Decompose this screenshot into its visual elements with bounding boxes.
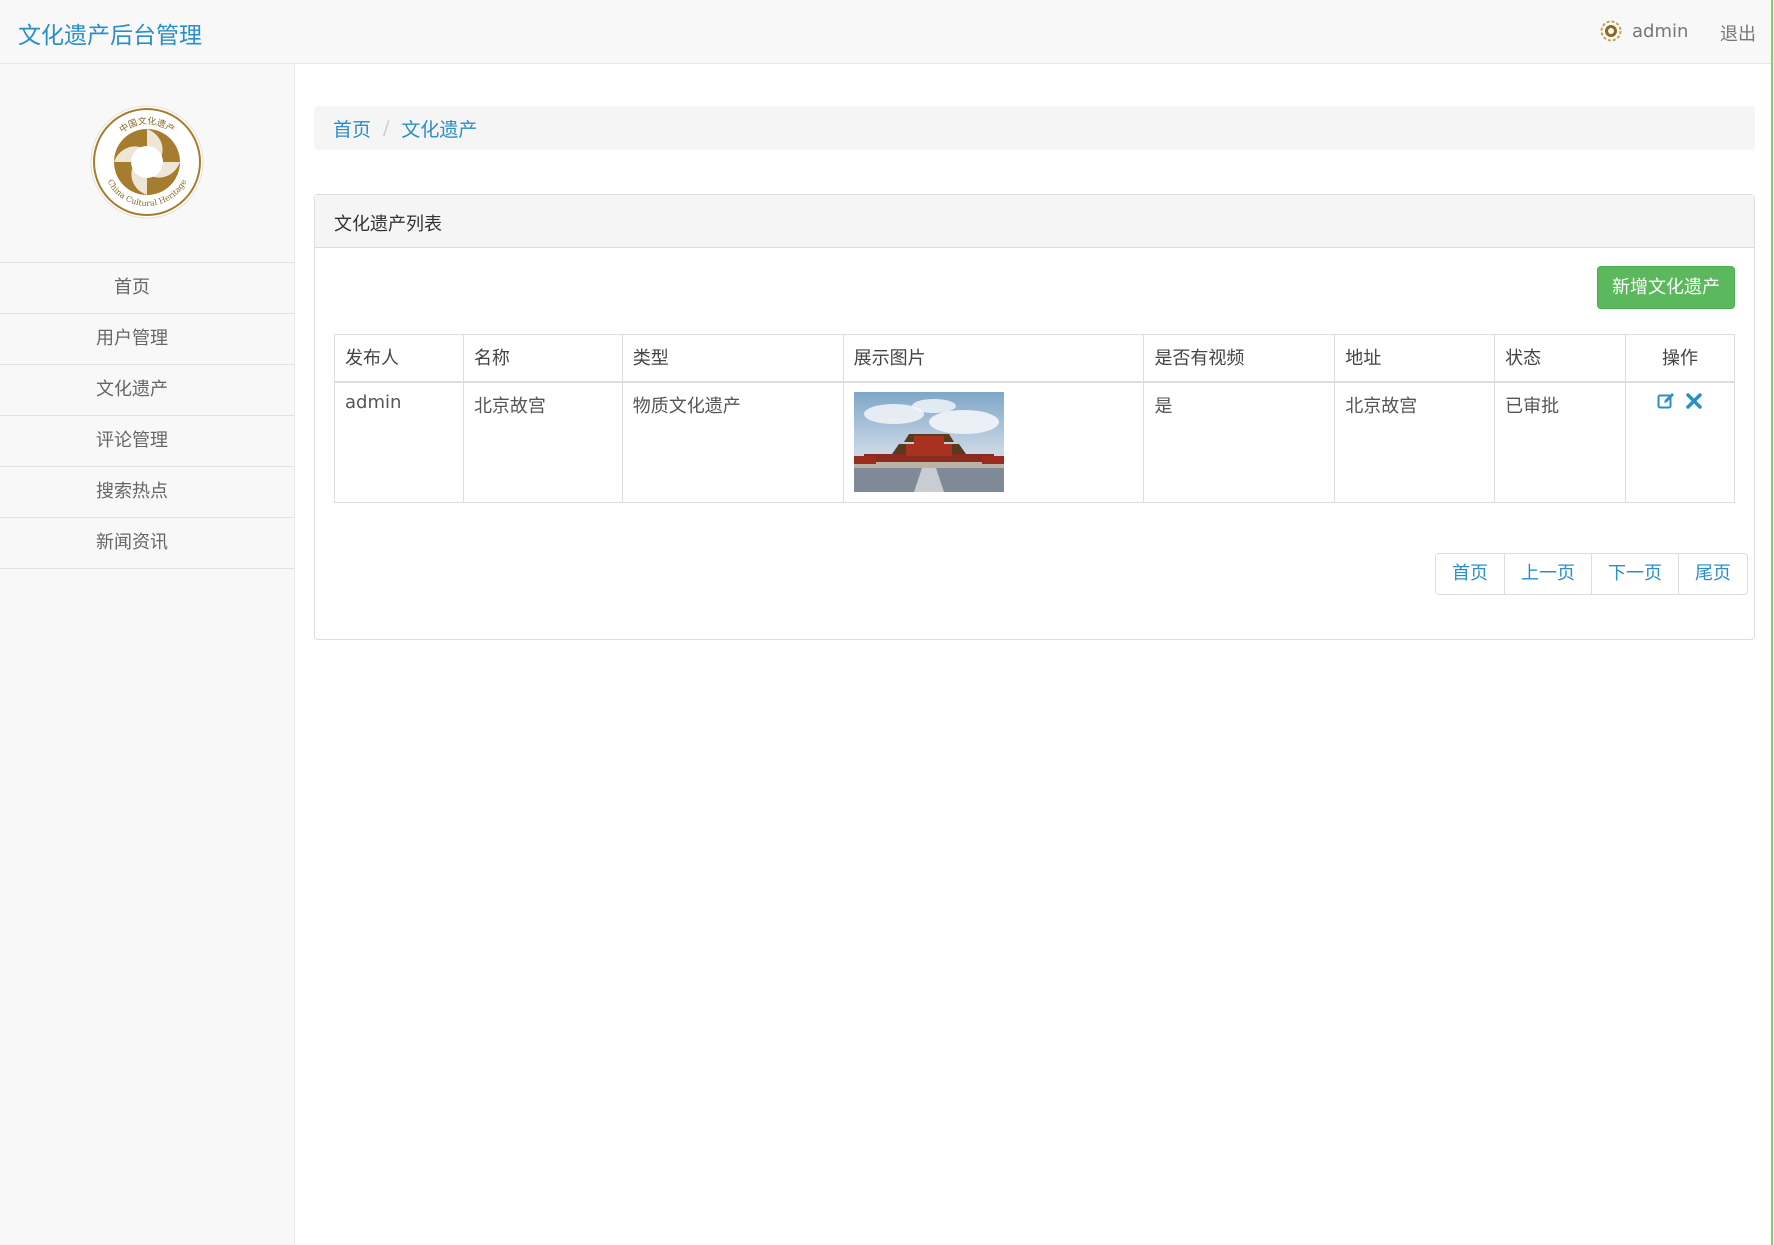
col-header-has-video: 是否有视频 bbox=[1143, 334, 1336, 383]
page-first[interactable]: 首页 bbox=[1436, 554, 1504, 594]
pagination: 首页 上一页 下一页 尾页 bbox=[1435, 553, 1748, 595]
user-menu[interactable]: admin bbox=[1600, 20, 1688, 42]
col-header-type: 类型 bbox=[621, 334, 844, 383]
sidebar-item-cultural-heritage[interactable]: 文化遗产 bbox=[0, 365, 294, 416]
page-last[interactable]: 尾页 bbox=[1678, 554, 1747, 594]
page-prev[interactable]: 上一页 bbox=[1504, 554, 1591, 594]
cell-publisher: admin bbox=[334, 381, 464, 503]
breadcrumb-current[interactable]: 文化遗产 bbox=[401, 115, 477, 142]
col-header-name: 名称 bbox=[462, 334, 623, 383]
brand-title[interactable]: 文化遗产后台管理 bbox=[18, 16, 202, 50]
sidebar-item-home[interactable]: 首页 bbox=[0, 263, 294, 314]
breadcrumb-separator: / bbox=[383, 117, 390, 139]
cell-type: 物质文化遗产 bbox=[621, 381, 844, 503]
side-menu: 首页 用户管理 文化遗产 评论管理 搜索热点 新闻资讯 bbox=[0, 262, 294, 569]
window-edge bbox=[1771, 0, 1773, 1245]
sidebar-item-comment-management[interactable]: 评论管理 bbox=[0, 416, 294, 467]
table-header-row: 发布人 名称 类型 展示图片 是否有视频 地址 状态 操作 bbox=[334, 334, 1735, 383]
col-header-status: 状态 bbox=[1494, 334, 1627, 383]
delete-icon[interactable] bbox=[1685, 392, 1703, 410]
breadcrumb: 首页 / 文化遗产 bbox=[314, 106, 1755, 150]
col-header-address: 地址 bbox=[1334, 334, 1496, 383]
username: admin bbox=[1632, 20, 1689, 42]
cell-image bbox=[842, 381, 1145, 503]
gear-icon bbox=[1600, 20, 1622, 42]
sidebar-item-search-hotspots[interactable]: 搜索热点 bbox=[0, 467, 294, 518]
sidebar: 中国文化遗产 China Cultural Heritage 首页 用户管理 文… bbox=[0, 64, 295, 1245]
cell-status: 已审批 bbox=[1494, 381, 1627, 503]
cell-name: 北京故宫 bbox=[462, 381, 623, 503]
add-heritage-button[interactable]: 新增文化遗产 bbox=[1597, 266, 1735, 309]
breadcrumb-home[interactable]: 首页 bbox=[333, 115, 371, 142]
top-navbar: 文化遗产后台管理 admin 退出 bbox=[0, 0, 1774, 64]
sidebar-item-news[interactable]: 新闻资讯 bbox=[0, 518, 294, 569]
cell-address: 北京故宫 bbox=[1334, 381, 1496, 503]
panel-title: 文化遗产列表 bbox=[315, 195, 1754, 248]
col-header-actions: 操作 bbox=[1625, 334, 1735, 383]
heritage-thumbnail[interactable] bbox=[853, 391, 1004, 492]
edit-icon[interactable] bbox=[1657, 392, 1675, 410]
logout-link[interactable]: 退出 bbox=[1720, 20, 1756, 46]
cell-actions bbox=[1625, 381, 1735, 503]
heritage-table: 发布人 名称 类型 展示图片 是否有视频 地址 状态 操作 admin 北京故宫… bbox=[334, 334, 1735, 503]
col-header-publisher: 发布人 bbox=[334, 334, 464, 383]
sidebar-item-user-management[interactable]: 用户管理 bbox=[0, 314, 294, 365]
heritage-logo: 中国文化遗产 China Cultural Heritage bbox=[90, 105, 204, 219]
col-header-image: 展示图片 bbox=[842, 334, 1145, 383]
table-row: admin 北京故宫 物质文化遗产 是 北京故宫 已审批 bbox=[334, 381, 1735, 503]
page-next[interactable]: 下一页 bbox=[1591, 554, 1678, 594]
cell-has-video: 是 bbox=[1143, 381, 1336, 503]
